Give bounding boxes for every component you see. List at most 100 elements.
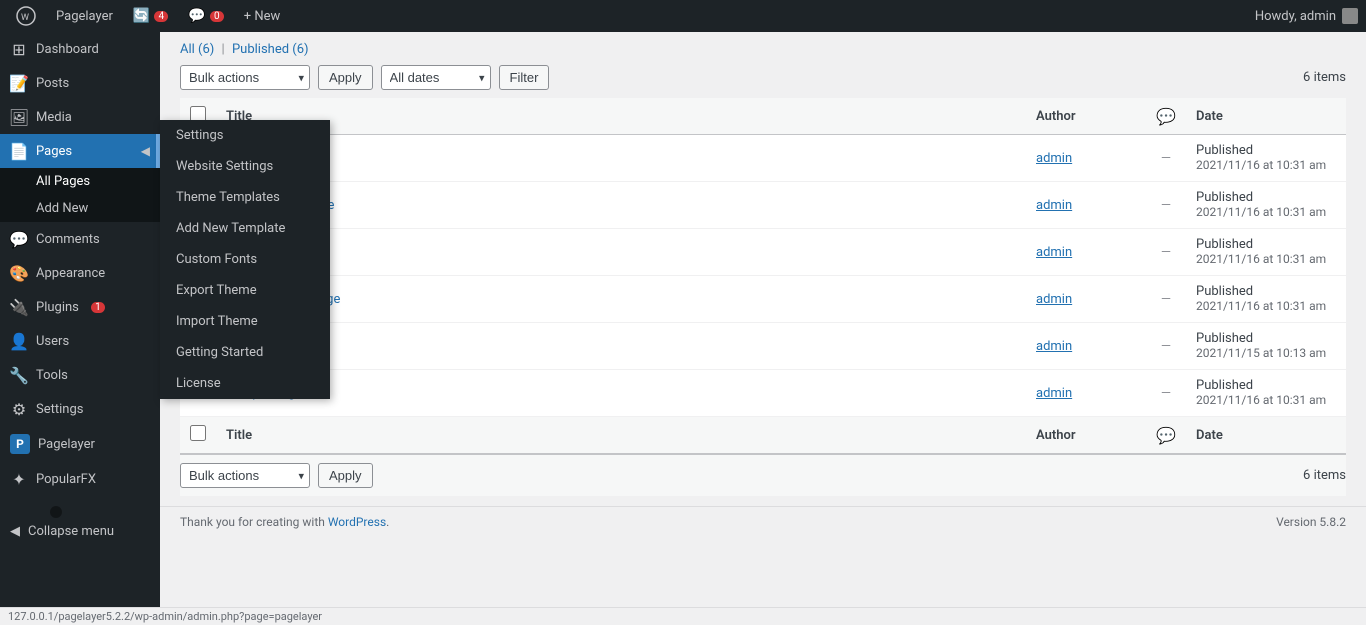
sidebar-label-media: Media	[36, 110, 72, 125]
plugins-icon: 🔌	[10, 298, 28, 316]
dropdown-item-license[interactable]: License	[160, 368, 330, 399]
row-comments-1: —	[1146, 182, 1186, 229]
wp-logo-bar-item[interactable]: W	[8, 0, 44, 32]
sidebar-label-settings: Settings	[36, 402, 83, 417]
table-row: Sample Page admin — Published 2021/11/16…	[180, 370, 1346, 417]
row-author-link-4[interactable]: admin	[1036, 339, 1072, 354]
row-author-link-2[interactable]: admin	[1036, 245, 1072, 260]
footer-select-all-header	[180, 417, 216, 454]
wp-footer: Thank you for creating with WordPress. V…	[160, 506, 1366, 537]
footer-version: Version 5.8.2	[1276, 515, 1346, 529]
row-comments-3: —	[1146, 276, 1186, 323]
footer-thanks: Thank you for creating with WordPress.	[180, 515, 389, 529]
sidebar-label-plugins: Plugins	[36, 300, 79, 315]
all-status-link[interactable]: All (6)	[180, 42, 214, 57]
bottom-apply-button[interactable]: Apply	[318, 463, 373, 488]
all-dates-wrapper: All dates	[381, 65, 491, 90]
sidebar-item-posts[interactable]: 📝 Posts	[0, 66, 160, 100]
row-author-link-0[interactable]: admin	[1036, 151, 1072, 166]
bottom-bulk-actions-select[interactable]: Bulk actions	[180, 463, 310, 488]
dropdown-item-settings[interactable]: Settings	[160, 120, 330, 151]
url-bar: 127.0.0.1/pagelayer5.2.2/wp-admin/admin.…	[0, 607, 1366, 625]
table-row: Blog — Posts Page admin — Published 2021…	[180, 182, 1346, 229]
sidebar-label-pages: Pages	[36, 144, 72, 159]
table-row: Contact admin — Published 2021/11/16 at …	[180, 229, 1346, 276]
dropdown-item-export-theme[interactable]: Export Theme	[160, 275, 330, 306]
sidebar-submenu-add-new[interactable]: Add New	[0, 195, 160, 222]
filter-button[interactable]: Filter	[499, 65, 550, 90]
collapse-arrow-icon: ◀	[10, 524, 20, 539]
sidebar: ⊞ Dashboard 📝 Posts 🖼 Media 📄 Pages ◀ Al…	[0, 32, 160, 607]
sidebar-item-popularfx[interactable]: ✦ PopularFX	[0, 462, 160, 496]
bulk-actions-select[interactable]: Bulk actions	[180, 65, 310, 90]
table-row: Privacy Policy admin — Published 2021/11…	[180, 323, 1346, 370]
row-date-3: Published 2021/11/16 at 10:31 am	[1186, 276, 1346, 323]
admin-bar: W Pagelayer 🔄 4 💬 0 + New Howdy, admin	[0, 0, 1366, 32]
sidebar-label-comments: Comments	[36, 232, 100, 247]
row-comments-5: —	[1146, 370, 1186, 417]
dropdown-item-website-settings[interactable]: Website Settings	[160, 151, 330, 182]
howdy-section[interactable]: Howdy, admin	[1255, 8, 1358, 24]
sidebar-submenu-all-pages[interactable]: All Pages	[0, 168, 160, 195]
dropdown-item-import-theme[interactable]: Import Theme	[160, 306, 330, 337]
wp-link[interactable]: WordPress	[328, 515, 386, 529]
date-column-header: Date	[1186, 98, 1346, 135]
site-name-label: Pagelayer	[56, 9, 113, 24]
pages-table: Title Author 💬 Date	[180, 98, 1346, 454]
posts-icon: 📝	[10, 74, 28, 92]
footer-date-col: Date	[1186, 417, 1346, 454]
separator: |	[222, 42, 225, 57]
bottom-toolbar: Bulk actions Apply 6 items	[180, 454, 1346, 496]
tools-icon: 🔧	[10, 366, 28, 384]
pages-icon: 📄	[10, 142, 28, 160]
footer-comments-col: 💬	[1146, 417, 1186, 454]
row-date-2: Published 2021/11/16 at 10:31 am	[1186, 229, 1346, 276]
row-author-link-3[interactable]: admin	[1036, 292, 1072, 307]
row-author-link-5[interactable]: admin	[1036, 386, 1072, 401]
users-icon: 👤	[10, 332, 28, 350]
sidebar-label-users: Users	[36, 334, 69, 349]
dropdown-item-theme-templates[interactable]: Theme Templates	[160, 182, 330, 213]
bottom-items-count: 6 items	[1303, 468, 1346, 483]
dropdown-item-getting-started[interactable]: Getting Started	[160, 337, 330, 368]
dropdown-item-add-new-template[interactable]: Add New Template	[160, 213, 330, 244]
sidebar-item-pages[interactable]: 📄 Pages ◀	[0, 134, 160, 168]
row-comments-2: —	[1146, 229, 1186, 276]
sidebar-item-pagelayer[interactable]: P Pagelayer	[0, 426, 160, 462]
author-column-header: Author	[1026, 98, 1146, 135]
table-footer-row: Title Author 💬 Date	[180, 417, 1346, 454]
updates-bar-item[interactable]: 🔄 4	[125, 0, 176, 32]
bottom-bulk-actions-wrapper: Bulk actions	[180, 463, 310, 488]
row-author-link-1[interactable]: admin	[1036, 198, 1072, 213]
site-name-bar-item[interactable]: Pagelayer	[48, 0, 121, 32]
plugins-badge: 1	[91, 302, 105, 313]
sidebar-item-users[interactable]: 👤 Users	[0, 324, 160, 358]
update-count: 4	[154, 11, 168, 22]
comments-icon: 💬	[10, 230, 28, 248]
sidebar-item-media[interactable]: 🖼 Media	[0, 100, 160, 134]
footer-select-all-checkbox[interactable]	[190, 425, 206, 441]
new-content-bar-item[interactable]: + New	[236, 0, 289, 32]
apply-button[interactable]: Apply	[318, 65, 373, 90]
new-label: + New	[244, 9, 281, 24]
popularfx-icon: ✦	[10, 470, 28, 488]
sidebar-item-tools[interactable]: 🔧 Tools	[0, 358, 160, 392]
collapse-menu-button[interactable]: ◀ Collapse menu	[0, 516, 160, 547]
comments-bar-item[interactable]: 💬 0	[180, 0, 231, 32]
row-date-1: Published 2021/11/16 at 10:31 am	[1186, 182, 1346, 229]
sidebar-item-settings[interactable]: ⚙ Settings	[0, 392, 160, 426]
row-comments-4: —	[1146, 323, 1186, 370]
row-date-5: Published 2021/11/16 at 10:31 am	[1186, 370, 1346, 417]
sidebar-item-appearance[interactable]: 🎨 Appearance	[0, 256, 160, 290]
published-status-link[interactable]: Published (6)	[232, 42, 309, 57]
media-icon: 🖼	[10, 108, 28, 126]
content-area: All (6) | Published (6) Bulk actions App…	[160, 32, 1366, 607]
sidebar-item-plugins[interactable]: 🔌 Plugins 1	[0, 290, 160, 324]
sidebar-item-dashboard[interactable]: ⊞ Dashboard	[0, 32, 160, 66]
date-col-label: Date	[1196, 109, 1223, 124]
footer-title-col: Title	[216, 417, 1026, 454]
all-dates-select[interactable]: All dates	[381, 65, 491, 90]
dropdown-item-custom-fonts[interactable]: Custom Fonts	[160, 244, 330, 275]
url-text: 127.0.0.1/pagelayer5.2.2/wp-admin/admin.…	[8, 610, 322, 623]
sidebar-item-comments[interactable]: 💬 Comments	[0, 222, 160, 256]
